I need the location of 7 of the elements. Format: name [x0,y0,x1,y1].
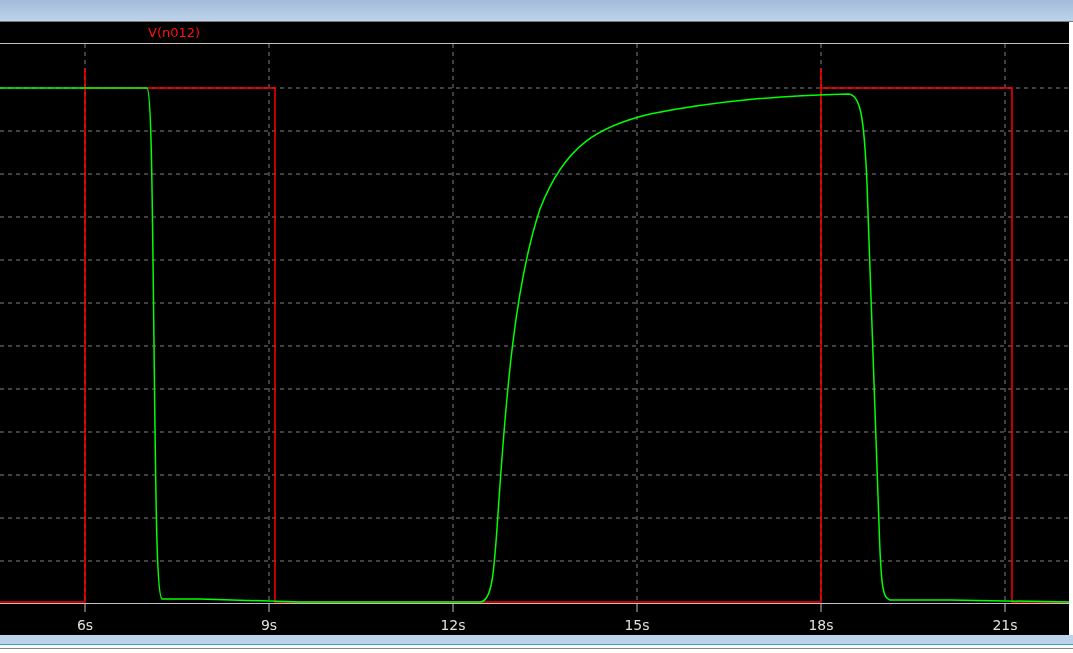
x-tick-label: 9s [260,617,278,633]
x-tick-label: 12s [440,617,466,633]
x-tick-label: 21s [992,617,1018,633]
x-tick-label: 15s [624,617,650,633]
x-tick-label: 18s [808,617,834,633]
trace-label: V(n012) [148,25,201,40]
x-tick-label: 6s [76,617,94,633]
